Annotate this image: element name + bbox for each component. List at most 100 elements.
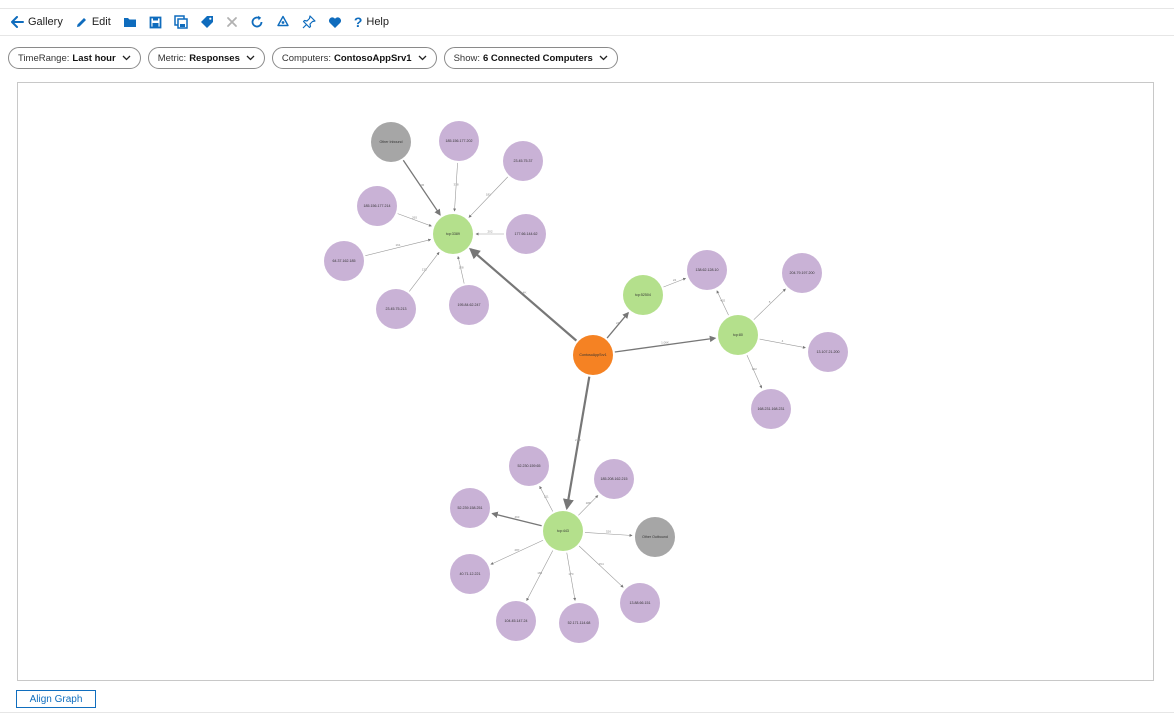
edit-button[interactable]: Edit <box>69 9 117 35</box>
question-mark-icon: ? <box>353 14 363 30</box>
graph-node[interactable]: 52.171.114.68 <box>559 603 599 643</box>
edge-label: 436 <box>419 183 424 187</box>
graph-node[interactable]: 104.45.147.24 <box>496 601 536 641</box>
edge-label: 526 <box>606 529 611 533</box>
graph-node[interactable]: 185.156.177.214 <box>357 186 397 226</box>
graph-edge <box>468 176 508 218</box>
edge-label: 24 <box>616 321 620 325</box>
edit-label: Edit <box>91 16 111 28</box>
toolbar: Gallery Edit ? Help <box>0 9 1174 36</box>
node-label: ContosoAppSrv1 <box>579 353 606 357</box>
align-graph-button[interactable]: Align Graph <box>16 690 96 708</box>
graph-edge <box>539 485 554 512</box>
graph-node[interactable]: Other Inbound <box>371 122 411 162</box>
show-filter[interactable]: Show: 6 Connected Computers <box>443 47 618 69</box>
pin-icon <box>302 15 316 29</box>
graph-edge <box>716 290 729 316</box>
graph-edge <box>469 247 578 342</box>
node-label: 204.79.197.200 <box>790 271 815 275</box>
graph-node[interactable]: 64.37.162.185 <box>324 241 364 281</box>
open-button[interactable] <box>117 9 143 35</box>
chevron-down-icon <box>418 53 427 64</box>
graph-node[interactable]: 168.231.168.231 <box>751 389 791 429</box>
network-graph[interactable]: 1.4K 24 1.06K 2.4K 436 338 181 265 202 161 133 108 2… <box>18 83 1155 682</box>
node-label: 185.156.177.202 <box>446 139 473 143</box>
edge-label: 202 <box>487 230 492 234</box>
back-arrow-icon <box>11 16 24 28</box>
graph-node[interactable]: 204.79.197.200 <box>782 253 822 293</box>
graph-node[interactable]: 13.107.21.200 <box>808 332 848 372</box>
recycle-icon <box>276 15 290 29</box>
edge-label: 161 <box>396 243 401 247</box>
node-label: 64.37.162.185 <box>333 259 356 263</box>
graph-node[interactable]: tcp:3389 <box>433 214 473 254</box>
pin-button[interactable] <box>296 9 322 35</box>
graph-node[interactable]: ContosoAppSrv1 <box>573 335 613 375</box>
refresh-icon <box>250 15 264 29</box>
edge-label: 108 <box>459 265 464 269</box>
edge-label: 287 <box>514 548 519 552</box>
graph-edge <box>409 251 440 292</box>
graph-edge <box>753 288 786 320</box>
graph-edge <box>578 545 624 588</box>
graph-node[interactable]: 23.45.75.37 <box>503 141 543 181</box>
graph-node[interactable]: 195.84.62.247 <box>449 285 489 325</box>
graph-node[interactable]: Other Outbound <box>635 517 675 557</box>
edge-label: 2.4K <box>575 438 581 442</box>
tag-icon <box>200 15 214 29</box>
folder-icon <box>123 16 137 28</box>
node-label: 168.231.168.231 <box>758 407 785 411</box>
autorefresh-button[interactable] <box>270 9 296 35</box>
favorite-button[interactable] <box>322 9 348 35</box>
graph-edge <box>746 354 762 389</box>
graph-node[interactable]: 185.156.177.202 <box>439 121 479 161</box>
help-label: Help <box>366 16 389 28</box>
graph-node[interactable]: tcp:52504 <box>623 275 663 315</box>
help-button[interactable]: ? Help <box>348 9 395 35</box>
chevron-down-icon <box>599 53 608 64</box>
graph-node[interactable]: 52.230.159.65 <box>509 446 549 486</box>
node-label: 185.156.177.214 <box>364 204 391 208</box>
graph-nodes: ContosoAppSrv1 tcp:3389 tcp:52504 tcp:80 tcp… <box>324 121 848 643</box>
graph-canvas[interactable]: 1.4K 24 1.06K 2.4K 436 338 181 265 202 161 133 108 2… <box>17 82 1154 681</box>
save-as-button[interactable] <box>168 9 194 35</box>
tag-button[interactable] <box>194 9 220 35</box>
filter-key: Computers: <box>281 52 331 64</box>
edge-label: 154 <box>599 562 604 566</box>
graph-node[interactable]: 52.239.158.251 <box>450 488 490 528</box>
graph-edge <box>526 550 554 602</box>
node-label: 52.239.158.251 <box>458 506 483 510</box>
graph-edge <box>606 311 629 339</box>
node-label: 52.230.159.65 <box>518 464 541 468</box>
graph-node[interactable]: tcp:80 <box>718 315 758 355</box>
metric-filter[interactable]: Metric: Responses <box>147 47 265 69</box>
gallery-label: Gallery <box>28 16 63 28</box>
node-label: tcp:3389 <box>446 232 460 236</box>
edge-label: 4 <box>782 339 784 343</box>
graph-node[interactable]: 40.71.12.221 <box>450 554 490 594</box>
refresh-button[interactable] <box>244 9 270 35</box>
graph-edge <box>453 162 458 212</box>
node-label: 104.45.147.24 <box>505 619 528 623</box>
computers-filter[interactable]: Computers: ContosoAppSrv1 <box>271 47 437 69</box>
discard-button[interactable] <box>220 9 244 35</box>
graph-node[interactable]: 177.66.144.62 <box>506 214 546 254</box>
graph-node[interactable]: tcp:443 <box>543 511 583 551</box>
graph-edge <box>365 238 432 257</box>
pencil-icon <box>75 16 88 29</box>
gallery-button[interactable]: Gallery <box>5 9 69 35</box>
edge-label: 1.4K <box>520 290 526 294</box>
close-icon <box>226 16 238 28</box>
edge-label: 338 <box>454 183 459 187</box>
save-button[interactable] <box>143 9 168 35</box>
graph-node[interactable]: 138.62.128.10 <box>687 250 727 290</box>
node-label: Other Outbound <box>642 535 668 539</box>
filter-value: ContosoAppSrv1 <box>333 52 412 64</box>
edge-label: 165 <box>537 571 542 575</box>
graph-node[interactable]: 23.45.75.213 <box>376 289 416 329</box>
graph-edge <box>402 159 441 216</box>
graph-node[interactable]: 13.88.66.151 <box>620 583 660 623</box>
graph-node[interactable]: 185.208.162.215 <box>594 459 634 499</box>
timerange-filter[interactable]: TimeRange: Last hour <box>8 47 141 69</box>
node-label: 138.62.128.10 <box>696 268 719 272</box>
